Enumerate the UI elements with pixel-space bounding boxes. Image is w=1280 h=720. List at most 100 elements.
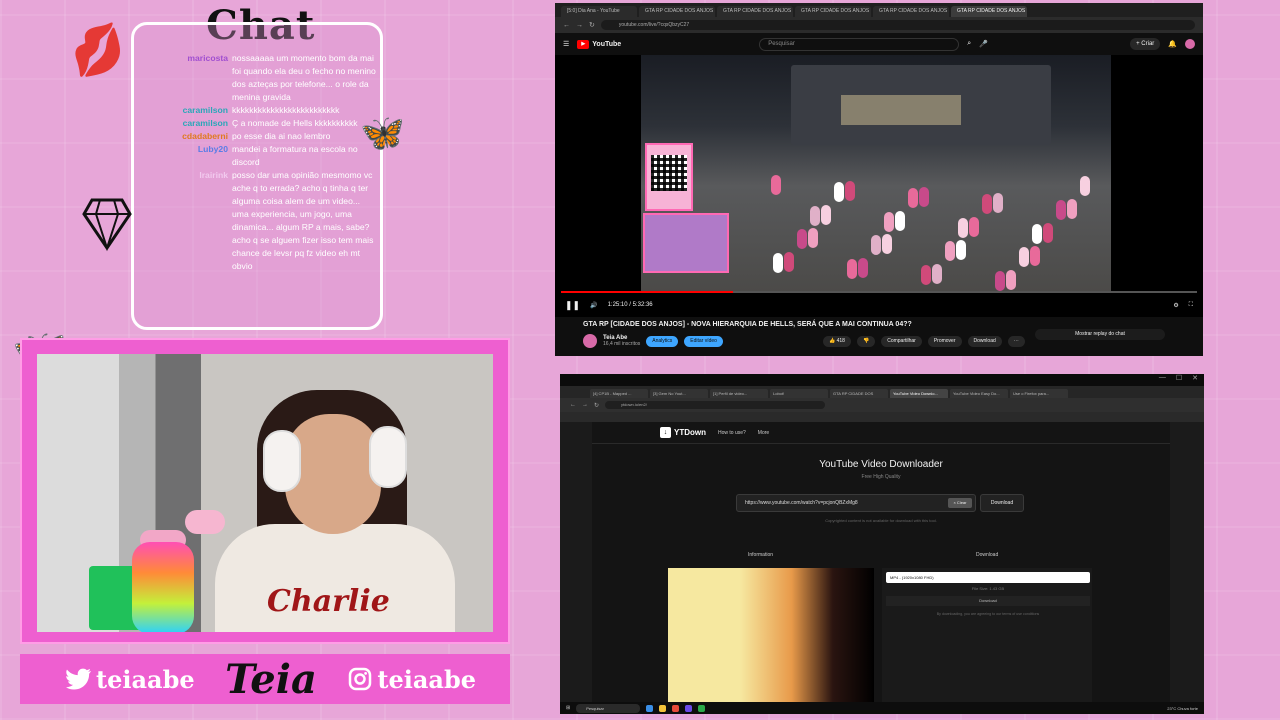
browser-tab[interactable]: [3] Gem No Yout... bbox=[650, 389, 708, 398]
maximize-icon[interactable]: ☐ bbox=[1176, 374, 1182, 386]
browser-tab[interactable]: GTA RP CIDADE DOS bbox=[830, 389, 888, 398]
file-explorer-icon[interactable] bbox=[659, 704, 667, 712]
minimize-icon[interactable]: — bbox=[1159, 374, 1166, 386]
youtube-header: ☰ ▶ YouTube Pesquisar ⌕ 🎤 + Criar 🔔 bbox=[555, 33, 1203, 55]
qr-code bbox=[651, 155, 687, 191]
browser-tab-strip: [4] CP1B - Mapped ... [3] Gem No Yout...[… bbox=[560, 386, 1204, 398]
channel-avatar[interactable] bbox=[583, 334, 597, 348]
download-panel: MP4 - (1920x1080 FHD) File Size: 1.43 GB… bbox=[882, 568, 1092, 702]
like-button[interactable]: 👍 418 bbox=[823, 336, 851, 347]
forward-icon[interactable]: → bbox=[576, 22, 583, 29]
video-player[interactable]: ❚❚ 🔊 1:25:10 / 5:32:36 ⚙ ⛶ bbox=[555, 55, 1203, 317]
edge-icon[interactable] bbox=[646, 704, 654, 712]
crowd-figure bbox=[945, 241, 955, 261]
account-avatar[interactable] bbox=[1185, 39, 1195, 49]
browser-tab[interactable]: GTA RP CIDADE DOS ANJOS bbox=[951, 6, 1027, 17]
url-field[interactable]: youtube.com/live/?cqsQbzyC27 bbox=[600, 20, 1195, 30]
crowd-figure bbox=[993, 193, 1003, 213]
chat-username[interactable]: cdadaberni bbox=[140, 130, 228, 143]
nav-more[interactable]: More bbox=[758, 430, 769, 436]
close-icon[interactable]: ✕ bbox=[1192, 374, 1198, 386]
subscriber-count: 16,4 mil inscritos bbox=[603, 341, 641, 347]
browser-tab[interactable]: GTA RP CIDADE DOS ANJOS bbox=[639, 6, 715, 17]
chat-text: kkkkkkkkkkkkkkkkkkkkkkkkk bbox=[232, 105, 340, 115]
youtube-search-input[interactable]: Pesquisar bbox=[759, 37, 960, 51]
chat-text: nossaaaaa um momento bom da mai foi quan… bbox=[232, 53, 376, 102]
fullscreen-icon[interactable]: ⛶ bbox=[1189, 302, 1193, 309]
crowd-figure bbox=[797, 229, 807, 249]
reload-icon[interactable]: ↻ bbox=[594, 402, 599, 409]
create-button[interactable]: + Criar bbox=[1130, 38, 1161, 50]
crowd-figure bbox=[932, 264, 942, 284]
forward-icon[interactable]: → bbox=[582, 402, 588, 408]
browser-tab[interactable]: [4] CP1B - Mapped ... bbox=[590, 389, 648, 398]
crowd-figure bbox=[982, 194, 992, 214]
reload-icon[interactable]: ↻ bbox=[589, 21, 595, 29]
browser-tab[interactable]: YouTube Video Easy Do... bbox=[950, 389, 1008, 398]
window-titlebar: — ☐ ✕ bbox=[560, 374, 1204, 386]
ytdown-logo-icon: ↓ bbox=[660, 427, 671, 438]
browser-tab[interactable]: [5:0] Dia Ana - YouTube bbox=[561, 6, 637, 17]
nav-how-to-use[interactable]: How to use? bbox=[718, 430, 746, 436]
ytdown-logo[interactable]: ↓ YTDown bbox=[660, 427, 706, 438]
chat-username[interactable]: maricosta bbox=[140, 52, 228, 104]
mic-icon[interactable]: 🎤 bbox=[979, 40, 988, 48]
download-button[interactable]: Download bbox=[967, 336, 1002, 347]
taskbar-search[interactable]: Pesquisar bbox=[576, 703, 641, 713]
notifications-icon[interactable]: 🔔 bbox=[1168, 40, 1177, 48]
volume-icon[interactable]: 🔊 bbox=[590, 302, 597, 309]
back-icon[interactable]: ← bbox=[570, 402, 576, 408]
settings-icon[interactable]: ⚙ bbox=[1173, 302, 1178, 309]
browser-tab[interactable]: GTA RP CIDADE DOS ANJOS bbox=[873, 6, 949, 17]
youtube-logo-text: YouTube bbox=[592, 40, 622, 48]
browser-tab[interactable]: YouTube Video Downlo... bbox=[890, 389, 948, 398]
discord-icon[interactable] bbox=[685, 704, 693, 712]
brand-bar: teiaabe Teia teiaabe bbox=[20, 654, 510, 704]
browser-address-bar: ← → ↻ youtube.com/live/?cqsQbzyC27 bbox=[555, 17, 1203, 33]
video-actions: 👍 418 👎 Compartilhar Promover Download ⋯ bbox=[823, 336, 1025, 347]
chat-username[interactable]: Irairink bbox=[140, 169, 228, 273]
chat-username[interactable]: caramilson bbox=[140, 104, 228, 117]
instagram-handle: teiaabe bbox=[347, 665, 476, 694]
promote-button[interactable]: Promover bbox=[927, 336, 962, 347]
format-select[interactable]: MP4 - (1920x1080 FHD) bbox=[886, 572, 1090, 583]
chat-username[interactable]: Luby20 bbox=[140, 143, 228, 169]
clear-button[interactable]: × Clear bbox=[948, 498, 972, 508]
page-title: YouTube Video Downloader bbox=[819, 459, 943, 470]
crowd-figure bbox=[845, 181, 855, 201]
butterfly-icon: 🦋 bbox=[360, 112, 405, 153]
ytdown-browser-window: — ☐ ✕ [4] CP1B - Mapped ... [3] Gem No Yo… bbox=[560, 374, 1204, 714]
analytics-button[interactable]: Analytics bbox=[646, 335, 679, 347]
browser-tab[interactable]: GTA RP CIDADE DOS ANJOS bbox=[717, 6, 793, 17]
chat-message: cdadaberni po esse dia ai nao lembro bbox=[140, 130, 376, 143]
windows-start-icon[interactable]: ⊞ bbox=[566, 705, 570, 711]
chat-username[interactable]: caramilson bbox=[140, 117, 228, 130]
crowd-figure bbox=[956, 240, 966, 260]
search-icon[interactable]: ⌕ bbox=[967, 40, 971, 48]
download-file-button[interactable]: Download bbox=[886, 596, 1090, 606]
app-icon[interactable] bbox=[698, 704, 706, 712]
channel-row: Teia Abe 16,4 mil inscritos Analytics Ed… bbox=[583, 334, 723, 348]
url-field[interactable]: ytdown.io/en2/ bbox=[605, 401, 826, 409]
show-chat-replay-button[interactable]: Mostrar replay do chat bbox=[1035, 329, 1165, 340]
browser-tab[interactable]: Lobot! bbox=[770, 389, 828, 398]
download-submit-button[interactable]: Download bbox=[980, 494, 1024, 512]
browser-tab[interactable]: GTA RP CIDADE DOS ANJOS bbox=[795, 6, 871, 17]
edit-video-button[interactable]: Editar vídeo bbox=[684, 335, 723, 347]
more-icon[interactable]: ⋯ bbox=[1007, 336, 1025, 347]
weather-widget[interactable]: 23°C Chuva forte bbox=[1167, 706, 1198, 711]
share-button[interactable]: Compartilhar bbox=[881, 336, 922, 347]
browser-tab[interactable]: Use o Firefox para... bbox=[1010, 389, 1068, 398]
crowd-figure bbox=[884, 212, 894, 232]
dislike-button[interactable]: 👎 bbox=[856, 336, 876, 347]
pause-icon[interactable]: ❚❚ bbox=[565, 300, 580, 311]
video-title: GTA RP [CIDADE DOS ANJOS] - NOVA HIERARQ… bbox=[583, 321, 912, 328]
browser-tab[interactable]: [1] Perfil de video... bbox=[710, 389, 768, 398]
crowd-figure bbox=[1030, 246, 1040, 266]
youtube-logo[interactable]: ▶ YouTube bbox=[577, 39, 622, 49]
video-url-input[interactable]: https://www.youtube.com/watch?v=pcjonQBZ… bbox=[736, 494, 976, 512]
back-icon[interactable]: ← bbox=[563, 22, 570, 29]
crowd-figure bbox=[921, 265, 931, 285]
menu-icon[interactable]: ☰ bbox=[563, 40, 569, 48]
chrome-icon[interactable] bbox=[672, 704, 680, 712]
